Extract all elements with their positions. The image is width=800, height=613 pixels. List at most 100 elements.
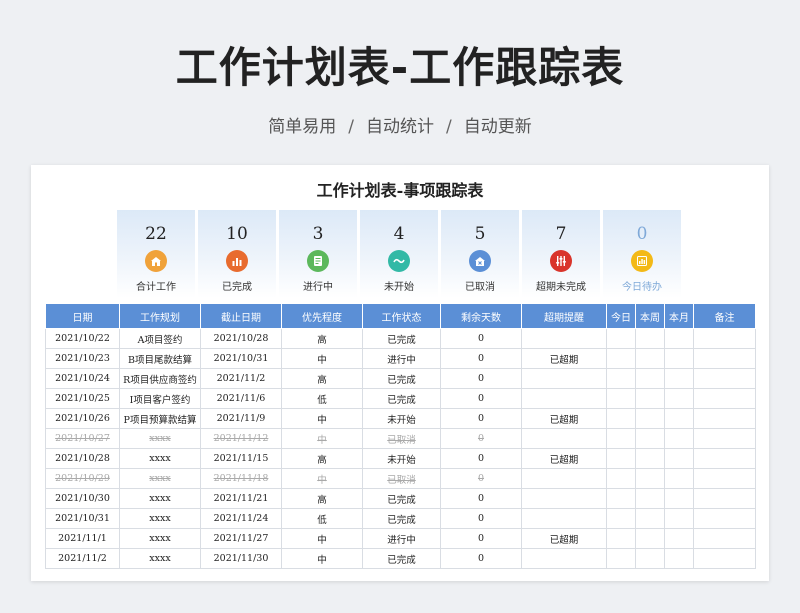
- cell-note[interactable]: [693, 468, 756, 489]
- cell-week[interactable]: [635, 508, 665, 529]
- cell-month[interactable]: [664, 368, 694, 389]
- cell-priority[interactable]: 中: [281, 548, 363, 569]
- cell-today[interactable]: [606, 528, 636, 549]
- table-row[interactable]: 2021/10/22 A项目签约 2021/10/28 高已完成 0: [45, 328, 756, 349]
- column-header-plan[interactable]: 工作规划: [119, 303, 201, 329]
- cell-status[interactable]: 已完成: [362, 388, 441, 409]
- cell-today[interactable]: [606, 548, 636, 569]
- cell-priority[interactable]: 中: [281, 428, 363, 449]
- cell-due[interactable]: 2021/10/31: [200, 348, 282, 369]
- cell-date[interactable]: 2021/10/26: [45, 408, 120, 429]
- cell-note[interactable]: [693, 508, 756, 529]
- cell-month[interactable]: [664, 528, 694, 549]
- table-row[interactable]: 2021/10/30 xxxx 2021/11/21 高已完成 0: [45, 488, 756, 509]
- cell-month[interactable]: [664, 328, 694, 349]
- cell-overdue[interactable]: [521, 388, 607, 409]
- cell-plan[interactable]: xxxx: [119, 468, 201, 489]
- cell-today[interactable]: [606, 508, 636, 529]
- cell-month[interactable]: [664, 388, 694, 409]
- cell-remaining[interactable]: 0: [440, 328, 522, 349]
- cell-due[interactable]: 2021/11/30: [200, 548, 282, 569]
- table-row[interactable]: 2021/10/28 xxxx 2021/11/15 高未开始 0 已超期: [45, 448, 756, 469]
- cell-week[interactable]: [635, 388, 665, 409]
- cell-priority[interactable]: 中: [281, 348, 363, 369]
- cell-week[interactable]: [635, 348, 665, 369]
- cell-plan[interactable]: A项目签约: [119, 328, 201, 349]
- cell-plan[interactable]: xxxx: [119, 488, 201, 509]
- cell-overdue[interactable]: [521, 368, 607, 389]
- cell-overdue[interactable]: 已超期: [521, 348, 607, 369]
- cell-plan[interactable]: I项目客户签约: [119, 388, 201, 409]
- table-row[interactable]: 2021/10/23 B项目尾款结算 2021/10/31 中进行中 0 已超期: [45, 348, 756, 369]
- cell-month[interactable]: [664, 348, 694, 369]
- cell-status[interactable]: 已取消: [362, 428, 441, 449]
- cell-today[interactable]: [606, 488, 636, 509]
- cell-due[interactable]: 2021/11/9: [200, 408, 282, 429]
- cell-overdue[interactable]: [521, 468, 607, 489]
- cell-week[interactable]: [635, 408, 665, 429]
- cell-week[interactable]: [635, 448, 665, 469]
- column-header-today[interactable]: 今日: [606, 303, 636, 329]
- cell-week[interactable]: [635, 488, 665, 509]
- cell-overdue[interactable]: [521, 548, 607, 569]
- cell-priority[interactable]: 低: [281, 508, 363, 529]
- cell-priority[interactable]: 中: [281, 528, 363, 549]
- cell-note[interactable]: [693, 328, 756, 349]
- column-header-month[interactable]: 本月: [664, 303, 694, 329]
- cell-date[interactable]: 2021/10/24: [45, 368, 120, 389]
- cell-due[interactable]: 2021/11/24: [200, 508, 282, 529]
- cell-due[interactable]: 2021/11/12: [200, 428, 282, 449]
- cell-month[interactable]: [664, 468, 694, 489]
- cell-remaining[interactable]: 0: [440, 528, 522, 549]
- table-row[interactable]: 2021/11/1 xxxx 2021/11/27 中进行中 0 已超期: [45, 528, 756, 549]
- cell-date[interactable]: 2021/11/2: [45, 548, 120, 569]
- cell-date[interactable]: 2021/10/25: [45, 388, 120, 409]
- cell-priority[interactable]: 中: [281, 468, 363, 489]
- cell-remaining[interactable]: 0: [440, 428, 522, 449]
- cell-overdue[interactable]: [521, 488, 607, 509]
- cell-due[interactable]: 2021/11/2: [200, 368, 282, 389]
- cell-note[interactable]: [693, 368, 756, 389]
- cell-week[interactable]: [635, 368, 665, 389]
- cell-date[interactable]: 2021/10/22: [45, 328, 120, 349]
- cell-plan[interactable]: R项目供应商签约: [119, 368, 201, 389]
- cell-note[interactable]: [693, 528, 756, 549]
- cell-due[interactable]: 2021/11/21: [200, 488, 282, 509]
- cell-today[interactable]: [606, 408, 636, 429]
- cell-date[interactable]: 2021/10/27: [45, 428, 120, 449]
- cell-plan[interactable]: xxxx: [119, 508, 201, 529]
- cell-due[interactable]: 2021/11/15: [200, 448, 282, 469]
- cell-week[interactable]: [635, 328, 665, 349]
- cell-plan[interactable]: P项目预算款结算: [119, 408, 201, 429]
- cell-status[interactable]: 未开始: [362, 448, 441, 469]
- table-row[interactable]: 2021/10/24 R项目供应商签约 2021/11/2 高已完成 0: [45, 368, 756, 389]
- cell-remaining[interactable]: 0: [440, 388, 522, 409]
- cell-status[interactable]: 进行中: [362, 528, 441, 549]
- cell-remaining[interactable]: 0: [440, 408, 522, 429]
- cell-date[interactable]: 2021/11/1: [45, 528, 120, 549]
- cell-month[interactable]: [664, 448, 694, 469]
- cell-priority[interactable]: 中: [281, 408, 363, 429]
- cell-remaining[interactable]: 0: [440, 548, 522, 569]
- cell-today[interactable]: [606, 388, 636, 409]
- cell-month[interactable]: [664, 428, 694, 449]
- cell-plan[interactable]: xxxx: [119, 448, 201, 469]
- cell-date[interactable]: 2021/10/23: [45, 348, 120, 369]
- cell-overdue[interactable]: 已超期: [521, 448, 607, 469]
- cell-week[interactable]: [635, 548, 665, 569]
- cell-today[interactable]: [606, 428, 636, 449]
- cell-remaining[interactable]: 0: [440, 468, 522, 489]
- cell-status[interactable]: 已取消: [362, 468, 441, 489]
- cell-status[interactable]: 已完成: [362, 508, 441, 529]
- cell-status[interactable]: 已完成: [362, 548, 441, 569]
- cell-plan[interactable]: xxxx: [119, 548, 201, 569]
- cell-plan[interactable]: xxxx: [119, 528, 201, 549]
- cell-priority[interactable]: 高: [281, 488, 363, 509]
- cell-today[interactable]: [606, 328, 636, 349]
- cell-overdue[interactable]: 已超期: [521, 408, 607, 429]
- table-row[interactable]: 2021/10/25 I项目客户签约 2021/11/6 低已完成 0: [45, 388, 756, 409]
- cell-today[interactable]: [606, 368, 636, 389]
- cell-plan[interactable]: B项目尾款结算: [119, 348, 201, 369]
- cell-date[interactable]: 2021/10/31: [45, 508, 120, 529]
- column-header-note[interactable]: 备注: [693, 303, 756, 329]
